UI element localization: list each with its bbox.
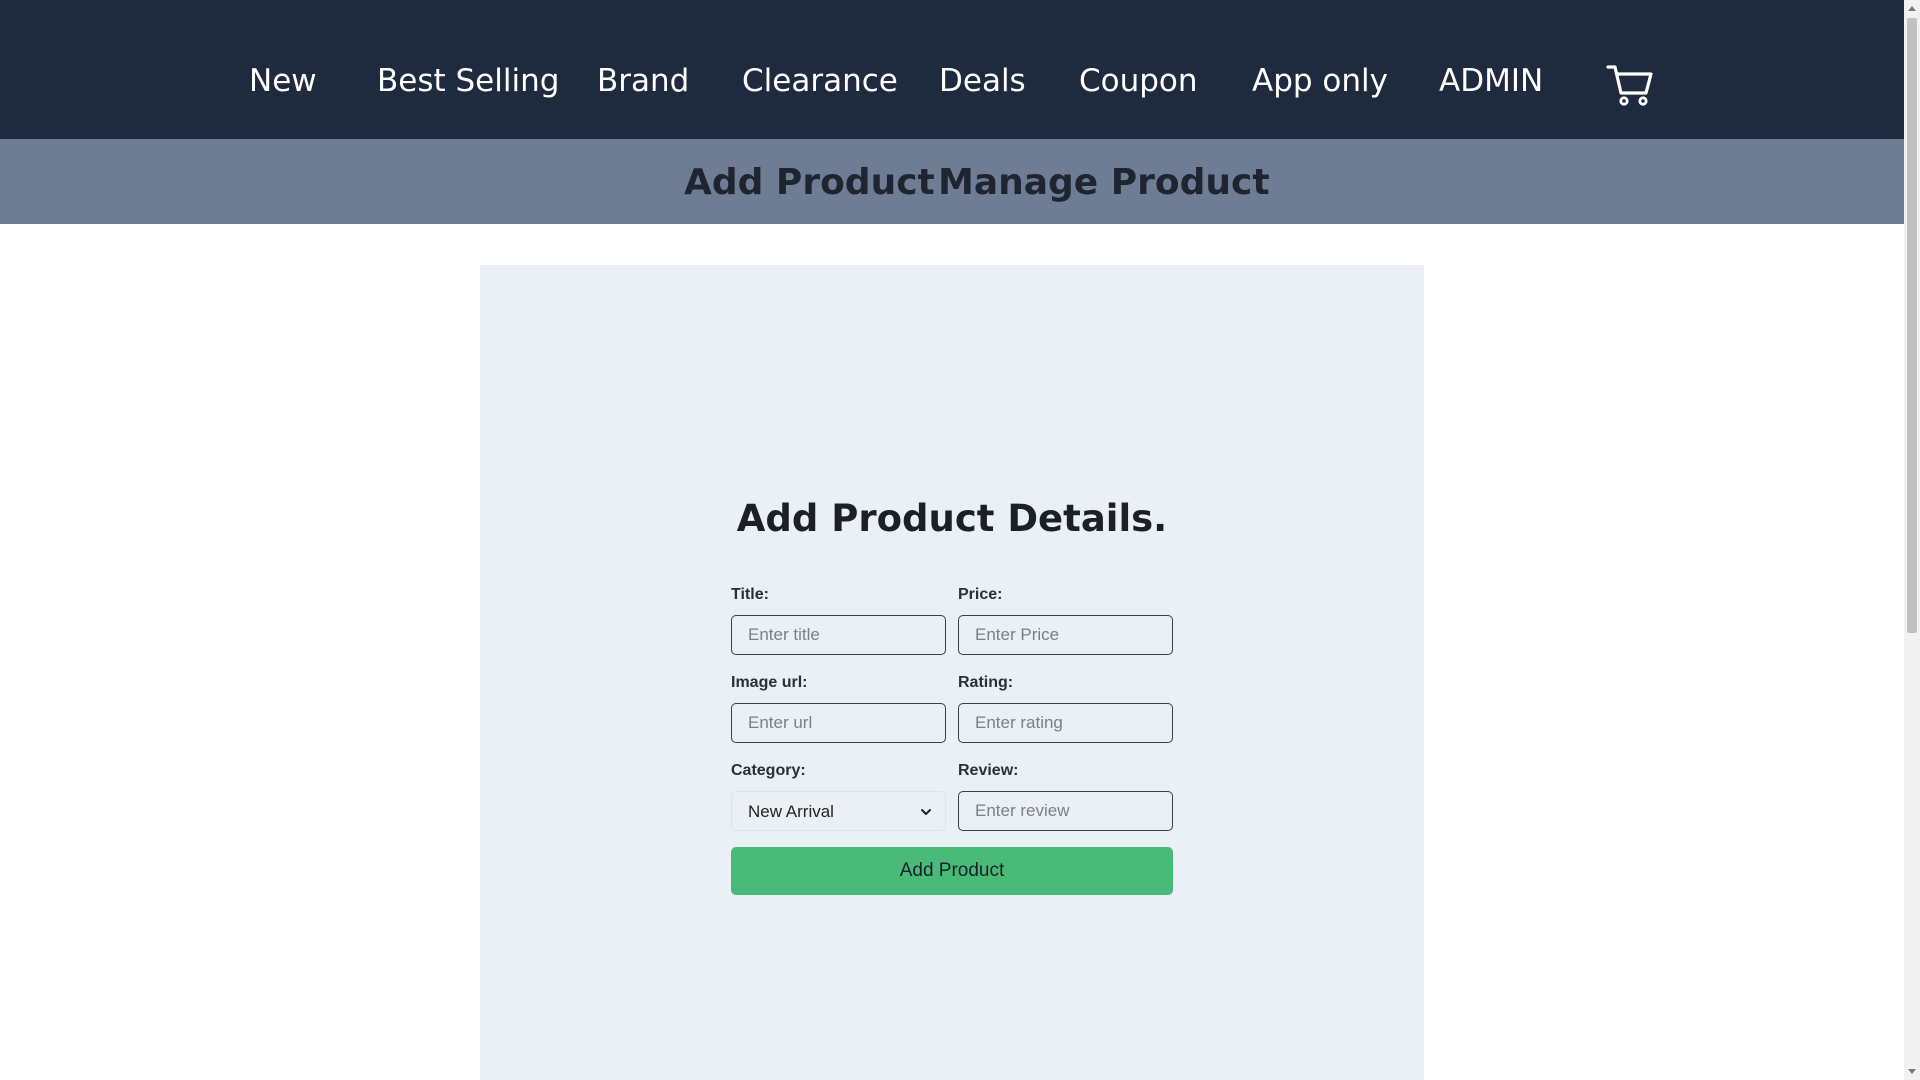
image-url-label: Image url: [731, 674, 808, 691]
review-input[interactable] [958, 791, 1173, 831]
scroll-down-arrow-icon[interactable] [1908, 1069, 1916, 1074]
admin-sub-navigation: Add Product Manage Product [0, 139, 1904, 224]
review-label: Review: [958, 762, 1019, 779]
nav-item-new[interactable]: New [249, 66, 317, 97]
page: New Best Selling Brand Clearance Deals C… [0, 0, 1904, 1080]
scroll-up-arrow-icon[interactable] [1908, 6, 1916, 11]
top-navigation: New Best Selling Brand Clearance Deals C… [0, 0, 1904, 139]
category-label: Category: [731, 762, 806, 779]
nav-item-coupon[interactable]: Coupon [1079, 66, 1198, 97]
cart-icon[interactable] [1606, 64, 1654, 106]
tab-add-product[interactable]: Add Product [684, 165, 935, 201]
chevron-down-icon [921, 809, 931, 815]
category-selected-value: New Arrival [748, 802, 834, 821]
form-title: Add Product Details. [736, 497, 1168, 540]
nav-item-app-only[interactable]: App only [1252, 66, 1388, 97]
price-input[interactable] [958, 615, 1173, 655]
nav-item-admin[interactable]: ADMIN [1439, 66, 1543, 97]
add-product-card: Add Product Details. Title: Price: Image… [480, 265, 1424, 1080]
tab-manage-product[interactable]: Manage Product [938, 165, 1270, 201]
nav-item-deals[interactable]: Deals [939, 66, 1026, 97]
nav-item-clearance[interactable]: Clearance [742, 66, 898, 97]
nav-item-brand[interactable]: Brand [597, 66, 689, 97]
vertical-scrollbar[interactable] [1904, 0, 1920, 1080]
nav-item-best-selling[interactable]: Best Selling [377, 66, 559, 97]
scroll-thumb[interactable] [1907, 18, 1917, 633]
title-input[interactable] [731, 615, 946, 655]
image-url-input[interactable] [731, 703, 946, 743]
price-label: Price: [958, 586, 1003, 603]
add-product-button[interactable]: Add Product [731, 847, 1173, 895]
rating-input[interactable] [958, 703, 1173, 743]
category-select[interactable]: New Arrival [731, 791, 946, 831]
rating-label: Rating: [958, 674, 1014, 691]
title-label: Title: [731, 586, 769, 603]
